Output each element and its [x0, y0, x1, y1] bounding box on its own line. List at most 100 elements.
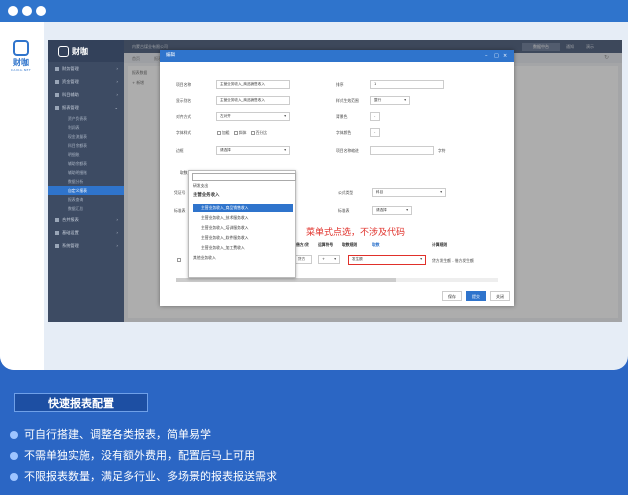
bold-checkbox[interactable]	[217, 131, 221, 135]
sidebar-sub-item[interactable]: 数据分析	[48, 177, 124, 186]
dropdown-option-selected[interactable]: 主营业务收入_商品销售收入	[193, 204, 293, 212]
menu-icon	[55, 67, 59, 71]
dropdown-search-input[interactable]	[192, 173, 296, 181]
feature-item: 不限报表数量，满足多行业、多场景的报表报送需求	[10, 468, 277, 484]
font-style-label: 字体样式	[176, 130, 192, 135]
horizontal-scrollbar[interactable]	[176, 278, 498, 282]
tab-formula[interactable]: 取数	[180, 170, 188, 176]
sidebar-sub-item[interactable]: 利润表	[48, 123, 124, 132]
close-button[interactable]: 关闭	[490, 291, 510, 301]
chevron-down-icon: ▾	[420, 257, 422, 261]
chevron-right-icon: ›	[116, 217, 118, 222]
row-checkbox[interactable]	[177, 258, 181, 262]
bullet-icon	[10, 452, 18, 460]
formula-type-label: 公式类型	[338, 190, 354, 195]
close-icon[interactable]: ×	[503, 50, 507, 62]
chevron-down-icon: ▾	[440, 190, 442, 194]
calc-rule-text: 贷方发生额 - 借方发生额	[432, 258, 474, 263]
direction-select[interactable]: 贷方	[294, 255, 312, 264]
submit-button[interactable]: 提交	[466, 291, 486, 301]
sidebar-item-system[interactable]: 系统管理 ›	[48, 239, 124, 252]
bg-color-picker[interactable]: -	[370, 112, 380, 121]
name-indent-input[interactable]	[370, 146, 434, 155]
item-name-input[interactable]: 主营业务收入_商品销售收入	[216, 80, 290, 89]
menu-icon	[55, 244, 59, 248]
subject-dropdown: 研发支出 主营业务收入 主营业务收入_商品销售收入 主营业务收入_技术服务收入 …	[188, 170, 296, 278]
name-indent-label: 项目名称缩进	[336, 148, 359, 153]
operator-select[interactable]: + ▾	[318, 255, 340, 264]
sidebar-sub-item[interactable]: 辅助明细账	[48, 168, 124, 177]
sidebar-sub-item[interactable]: 数据汇总	[48, 204, 124, 213]
sidebar-sub-item-active[interactable]: 自定义报表	[48, 186, 124, 195]
bg-color-label: 背景色	[336, 114, 348, 119]
font-style-options: 加粗 斜体 百分比	[214, 130, 267, 136]
sidebar-sub-item[interactable]: 报表查询	[48, 195, 124, 204]
scrollbar-thumb[interactable]	[176, 278, 396, 282]
chevron-right-icon: ›	[116, 92, 118, 97]
sidebar-sub-item[interactable]: 现金流量表	[48, 132, 124, 141]
dropdown-option[interactable]: 研发支出	[193, 182, 293, 190]
sidebar-item-consolidation[interactable]: 合并报表 ›	[48, 213, 124, 226]
border-select[interactable]: 请选择 ▾	[216, 146, 290, 155]
sidebar-item-reports[interactable]: 报表管理 ⌄	[48, 101, 124, 114]
sidebar-item-finance[interactable]: 财务管理 ›	[48, 62, 124, 75]
style-range-select[interactable]: 整行 ▾	[370, 96, 410, 105]
chevron-right-icon: ›	[116, 66, 118, 71]
chevron-down-icon: ▾	[284, 114, 286, 118]
maximize-icon[interactable]: □	[494, 50, 499, 62]
annotation-text: 菜单式点选，不涉及代码	[306, 228, 406, 238]
menu-icon	[55, 231, 59, 235]
menu-icon	[55, 106, 59, 110]
grid-header-calc: 计算规则	[432, 242, 448, 247]
window-dot-icon	[36, 6, 46, 16]
dropdown-group[interactable]: 主营业务收入	[193, 192, 293, 200]
save-button[interactable]: 保存	[442, 291, 462, 301]
chevron-right-icon: ›	[116, 79, 118, 84]
brand-icon	[58, 46, 69, 57]
display-name-label: 显示别名	[176, 98, 192, 103]
window-dot-icon	[22, 6, 32, 16]
display-name-input[interactable]: 主营业务收入_商品销售收入	[216, 96, 290, 105]
feature-item: 可自行搭建、调整各类报表，简单易学	[10, 426, 211, 442]
left-strip	[0, 22, 44, 370]
logo-text: 财咖	[13, 58, 29, 67]
std-table-label-right: 标准表	[338, 208, 350, 213]
percent-checkbox[interactable]	[250, 131, 255, 135]
std-table-select[interactable]: 请选择 ▾	[372, 206, 412, 215]
style-range-label: 样式生效范围	[336, 98, 359, 103]
sidebar: 财咖 财务管理 › 资金管理 › 科目辅助 › 报表管理 ⌄ 资产负债表 利润表 现金流…	[48, 40, 124, 322]
minimize-icon[interactable]: –	[485, 50, 488, 62]
dropdown-option[interactable]: 主营业务收入_软件服务收入	[193, 234, 293, 242]
align-label: 对齐方式	[176, 114, 192, 119]
sidebar-sub-item[interactable]: 辅助余额表	[48, 159, 124, 168]
chevron-right-icon: ›	[116, 243, 118, 248]
bullet-icon	[10, 431, 18, 439]
sidebar-item-subjects[interactable]: 科目辅助 ›	[48, 88, 124, 101]
caika-logo: 财咖 CAIKA.NET	[4, 40, 38, 72]
font-color-picker[interactable]: -	[370, 128, 380, 137]
item-name-label: 项目名称	[176, 82, 192, 87]
dropdown-option[interactable]: 其他业务收入	[193, 254, 293, 262]
sidebar-sub-item[interactable]: 资产负债表	[48, 114, 124, 123]
align-select[interactable]: 左对齐 ▾	[216, 112, 290, 121]
sidebar-item-settings[interactable]: 基础设置 ›	[48, 226, 124, 239]
menu-icon	[55, 218, 59, 222]
window-dot-icon	[8, 6, 18, 16]
sidebar-brand: 财咖	[48, 40, 124, 62]
dropdown-option[interactable]: 主营业务收入_技术服务收入	[193, 214, 293, 222]
sidebar-sub-item[interactable]: 明细账	[48, 150, 124, 159]
formula-type-select[interactable]: 科目 ▾	[372, 188, 446, 197]
dropdown-option[interactable]: 主营业务收入_加工费收入	[193, 244, 293, 252]
border-label: 边框	[176, 148, 184, 153]
sidebar-sub-item[interactable]: 科目余额表	[48, 141, 124, 150]
logo-mark-icon	[13, 40, 29, 56]
order-input[interactable]: 1	[370, 80, 444, 89]
rule-select[interactable]: 发生额 ▾	[348, 255, 426, 265]
chevron-right-icon: ›	[116, 230, 118, 235]
dropdown-option[interactable]: 主营业务收入_培训服务收入	[193, 224, 293, 232]
sidebar-item-funds[interactable]: 资金管理 ›	[48, 75, 124, 88]
italic-checkbox[interactable]	[233, 131, 238, 135]
font-color-label: 字体颜色	[336, 130, 352, 135]
chevron-down-icon: ▾	[406, 208, 408, 212]
voucher-label: 凭证号	[174, 190, 186, 195]
